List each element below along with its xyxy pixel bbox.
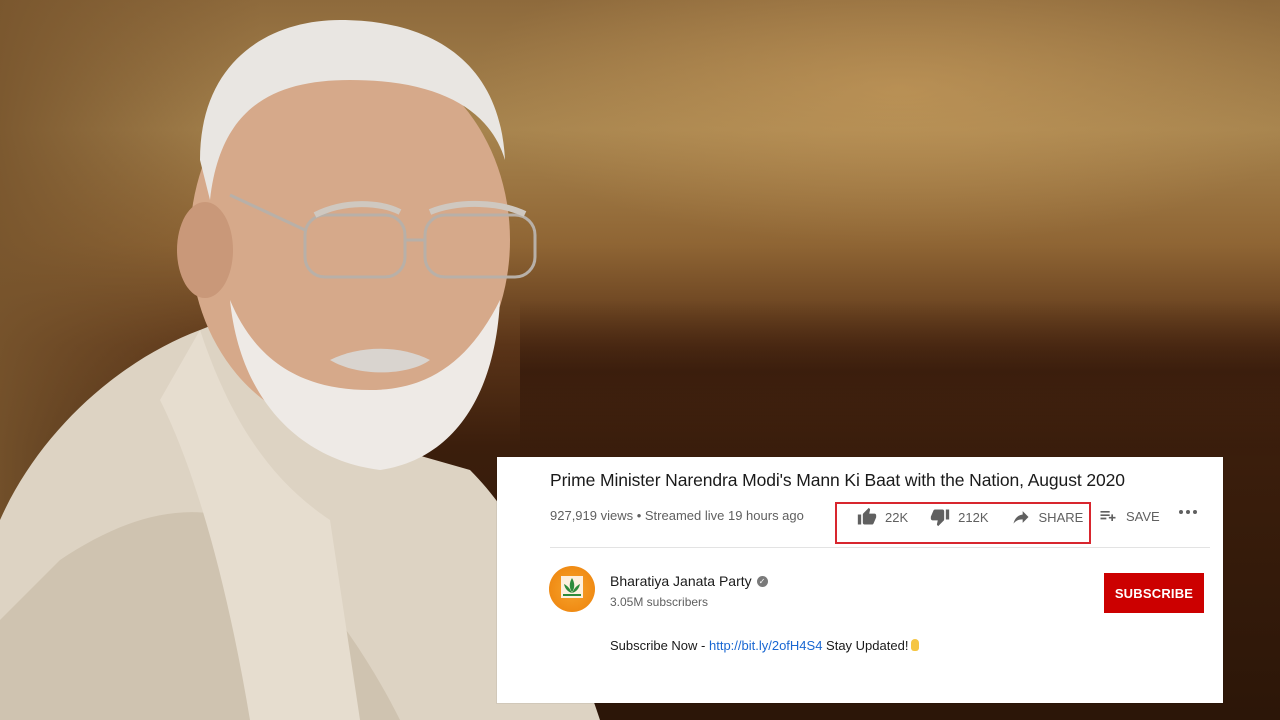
- share-label: SHARE: [1038, 509, 1084, 525]
- bjp-lotus-logo: [561, 576, 583, 598]
- divider: [550, 547, 1210, 548]
- dislike-button[interactable]: 212K: [930, 507, 989, 527]
- dislike-count: 212K: [958, 509, 989, 525]
- subscribe-button[interactable]: SUBSCRIBE: [1104, 573, 1204, 613]
- share-button[interactable]: SHARE: [1011, 507, 1084, 527]
- like-icon: [857, 507, 877, 525]
- description-link[interactable]: http://bit.ly/2ofH4S4: [709, 638, 822, 653]
- video-view-count: 927,919 views • Streamed live 19 hours a…: [550, 508, 804, 523]
- more-icon[interactable]: [1179, 510, 1197, 514]
- save-to-playlist-icon: [1100, 511, 1116, 521]
- like-button[interactable]: 22K: [857, 507, 908, 527]
- subscriber-count: 3.05M subscribers: [610, 595, 709, 609]
- video-title: Prime Minister Narendra Modi's Mann Ki B…: [550, 470, 1125, 490]
- channel-avatar[interactable]: [549, 566, 595, 612]
- dislike-icon: [930, 509, 950, 527]
- share-icon: [1013, 511, 1029, 524]
- verified-icon: ✓: [756, 575, 768, 587]
- save-button[interactable]: SAVE: [1098, 506, 1160, 526]
- channel-name[interactable]: Bharatiya Janata Party ✓: [610, 573, 768, 589]
- description-prefix: Subscribe Now -: [610, 638, 709, 653]
- video-description: Subscribe Now - http://bit.ly/2ofH4S4 St…: [610, 638, 920, 653]
- description-suffix: Stay Updated!: [822, 638, 909, 653]
- like-count: 22K: [885, 509, 909, 525]
- video-action-bar: 22K 212K SHARE: [857, 506, 1105, 528]
- save-label: SAVE: [1126, 508, 1160, 524]
- hand-icon: [911, 639, 920, 651]
- youtube-video-info-card: Prime Minister Narendra Modi's Mann Ki B…: [497, 457, 1223, 703]
- channel-name-text: Bharatiya Janata Party: [610, 573, 752, 589]
